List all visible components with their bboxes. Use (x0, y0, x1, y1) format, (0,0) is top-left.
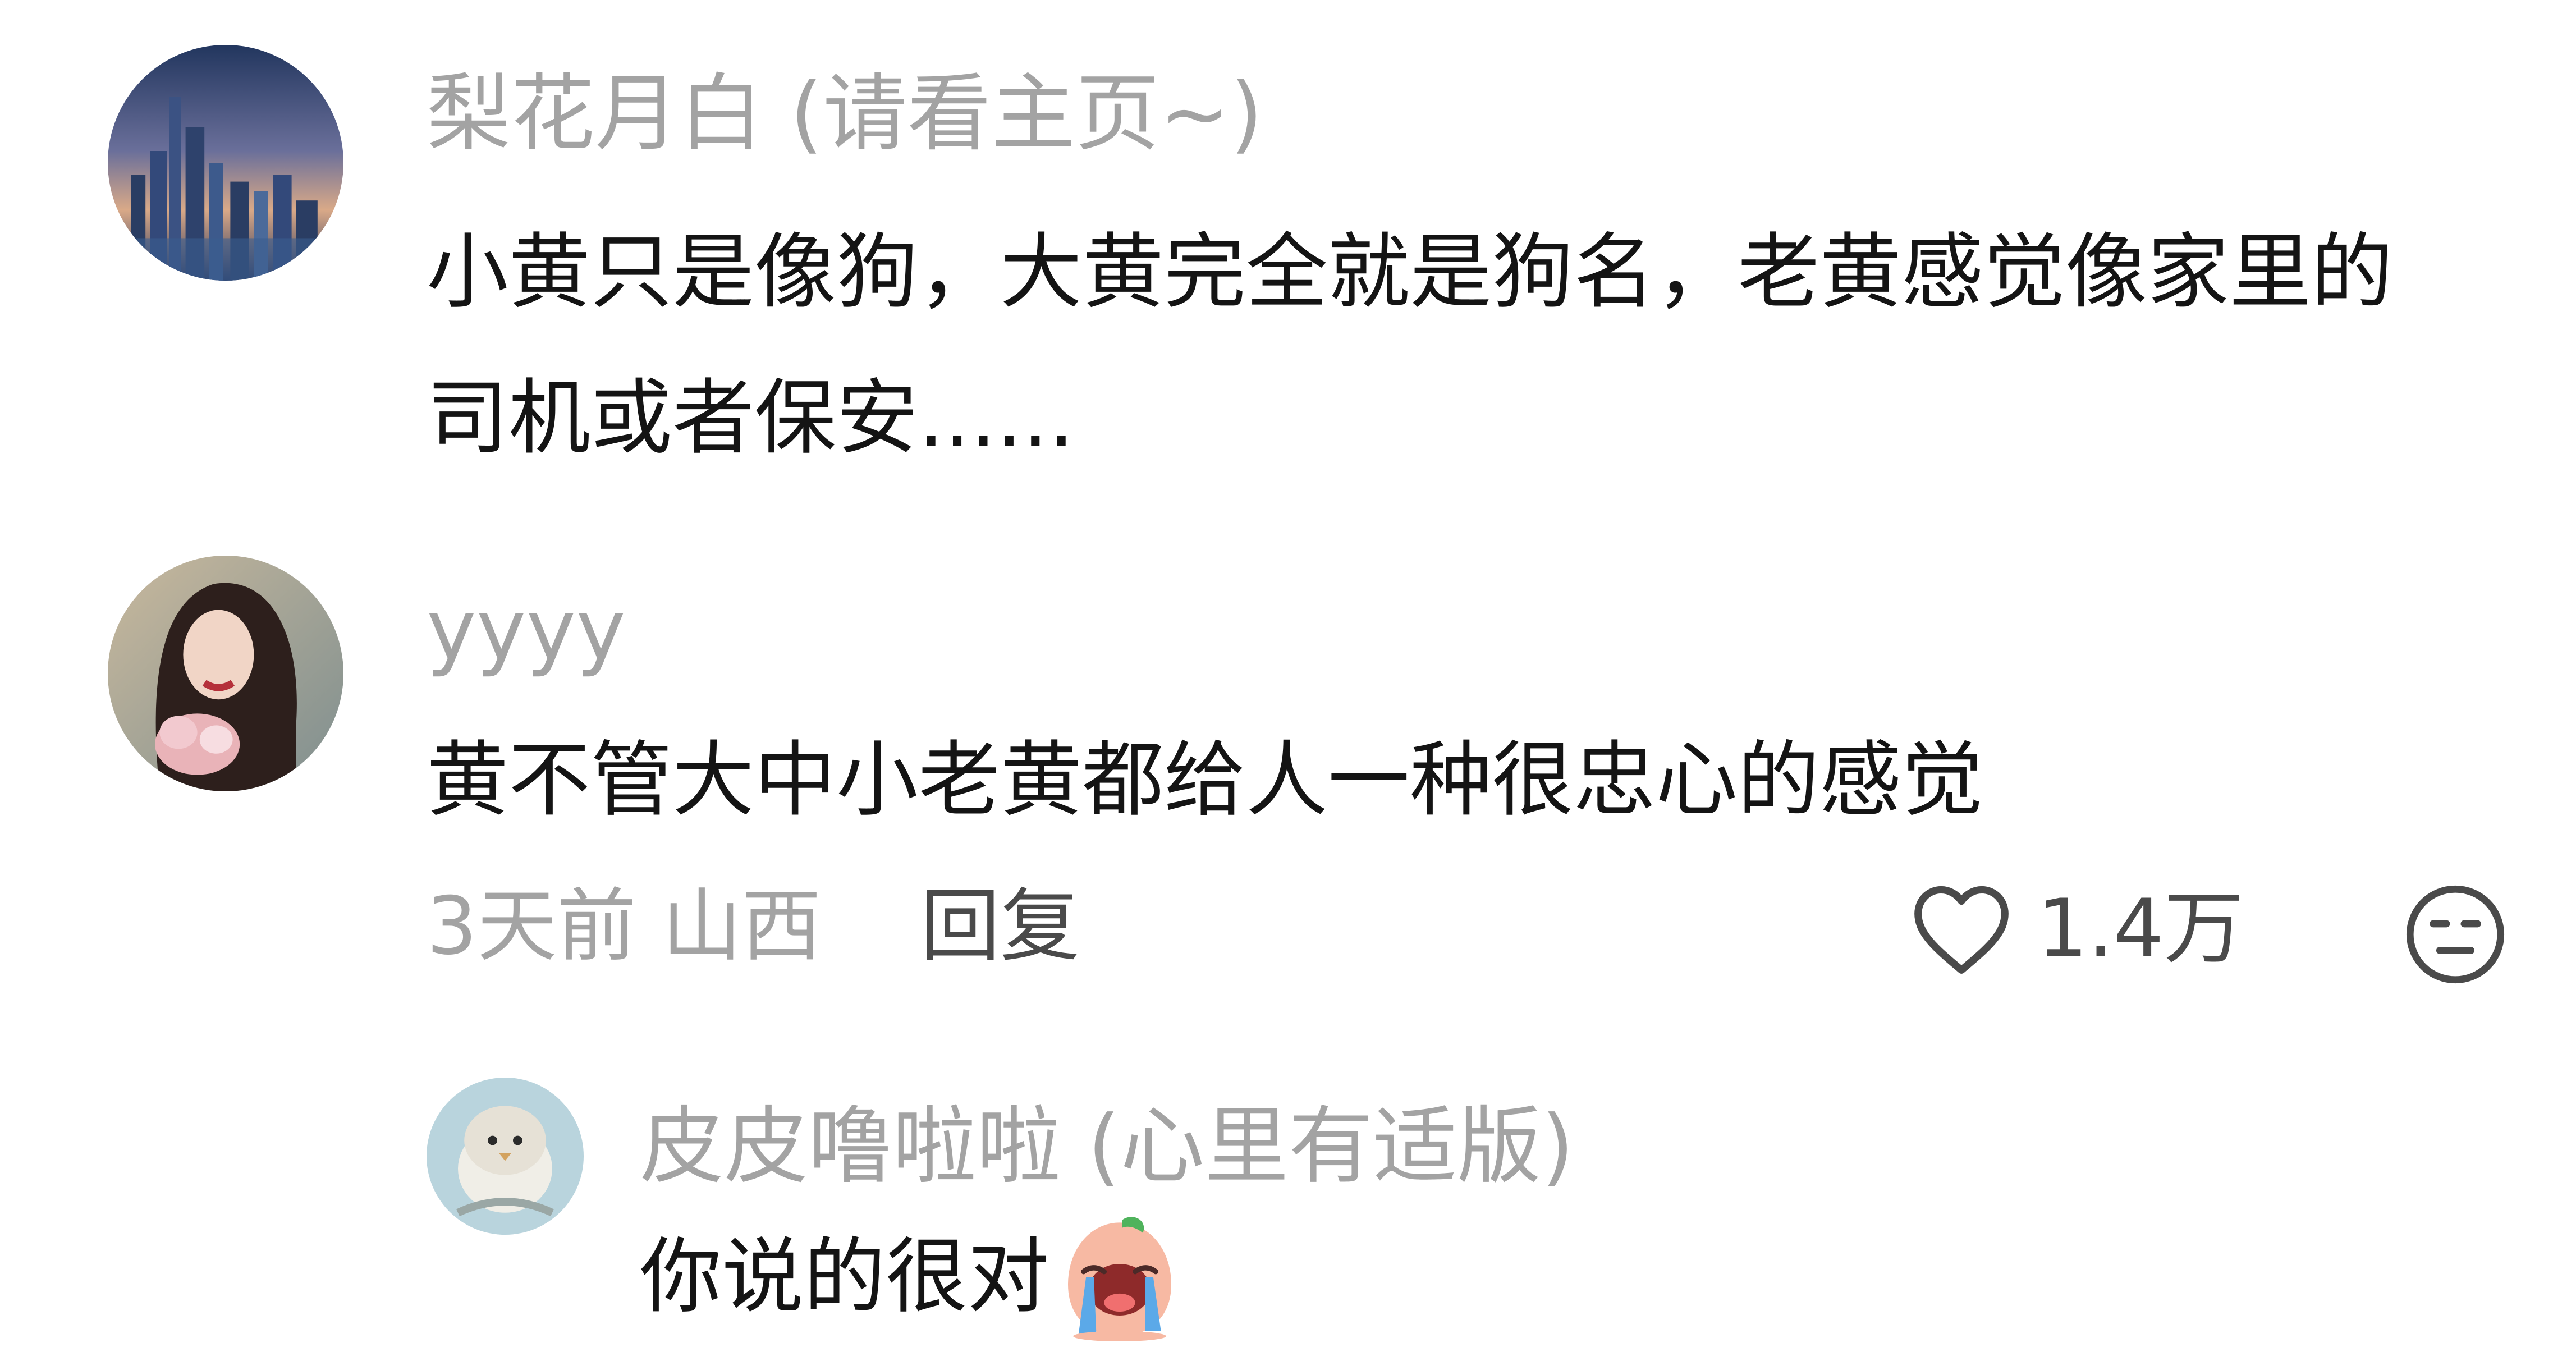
unamused-face-icon (2402, 881, 2509, 988)
like-button[interactable]: 1.4万 (1908, 881, 2244, 977)
reply-item: 皮皮噜啦啦 (心里有适版) 你说的很对 (0, 1044, 2576, 1361)
bird-avatar[interactable] (427, 1078, 584, 1235)
reply-text-row: 你说的很对 (640, 1212, 1184, 1341)
comment-time-location: 3天前 山西 (427, 880, 822, 973)
comment-username[interactable]: yyyy (427, 588, 626, 672)
comment-item: 梨花月白 (请看主页~) 小黄只是像狗，大黄完全就是狗名，老黄感觉像家里的司机或… (0, 0, 2576, 494)
heart-outline-icon (1908, 881, 2015, 977)
comment-text: 黄不管大中小老黄都给人一种很忠心的感觉 (427, 732, 1983, 828)
comment-username[interactable]: 梨花月白 (请看主页~) (427, 72, 1263, 156)
comment-text: 小黄只是像狗，大黄完全就是狗名，老黄感觉像家里的司机或者保安...... (427, 224, 2393, 466)
comment-item: yyyy 黄不管大中小老黄都给人一种很忠心的感觉 3天前 山西 回复 1.4万 (0, 494, 2576, 1044)
reply-button[interactable]: 回复 (920, 887, 1080, 966)
reply-text: 你说的很对 (640, 1229, 1049, 1325)
dislike-button[interactable] (2402, 881, 2509, 988)
reply-username[interactable]: 皮皮噜啦啦 (心里有适版) (640, 1105, 1574, 1189)
city-skyline-avatar[interactable] (108, 45, 343, 281)
like-count: 1.4万 (2037, 882, 2244, 975)
crying-peach-emoji (1055, 1212, 1184, 1341)
portrait-avatar[interactable] (108, 556, 343, 791)
